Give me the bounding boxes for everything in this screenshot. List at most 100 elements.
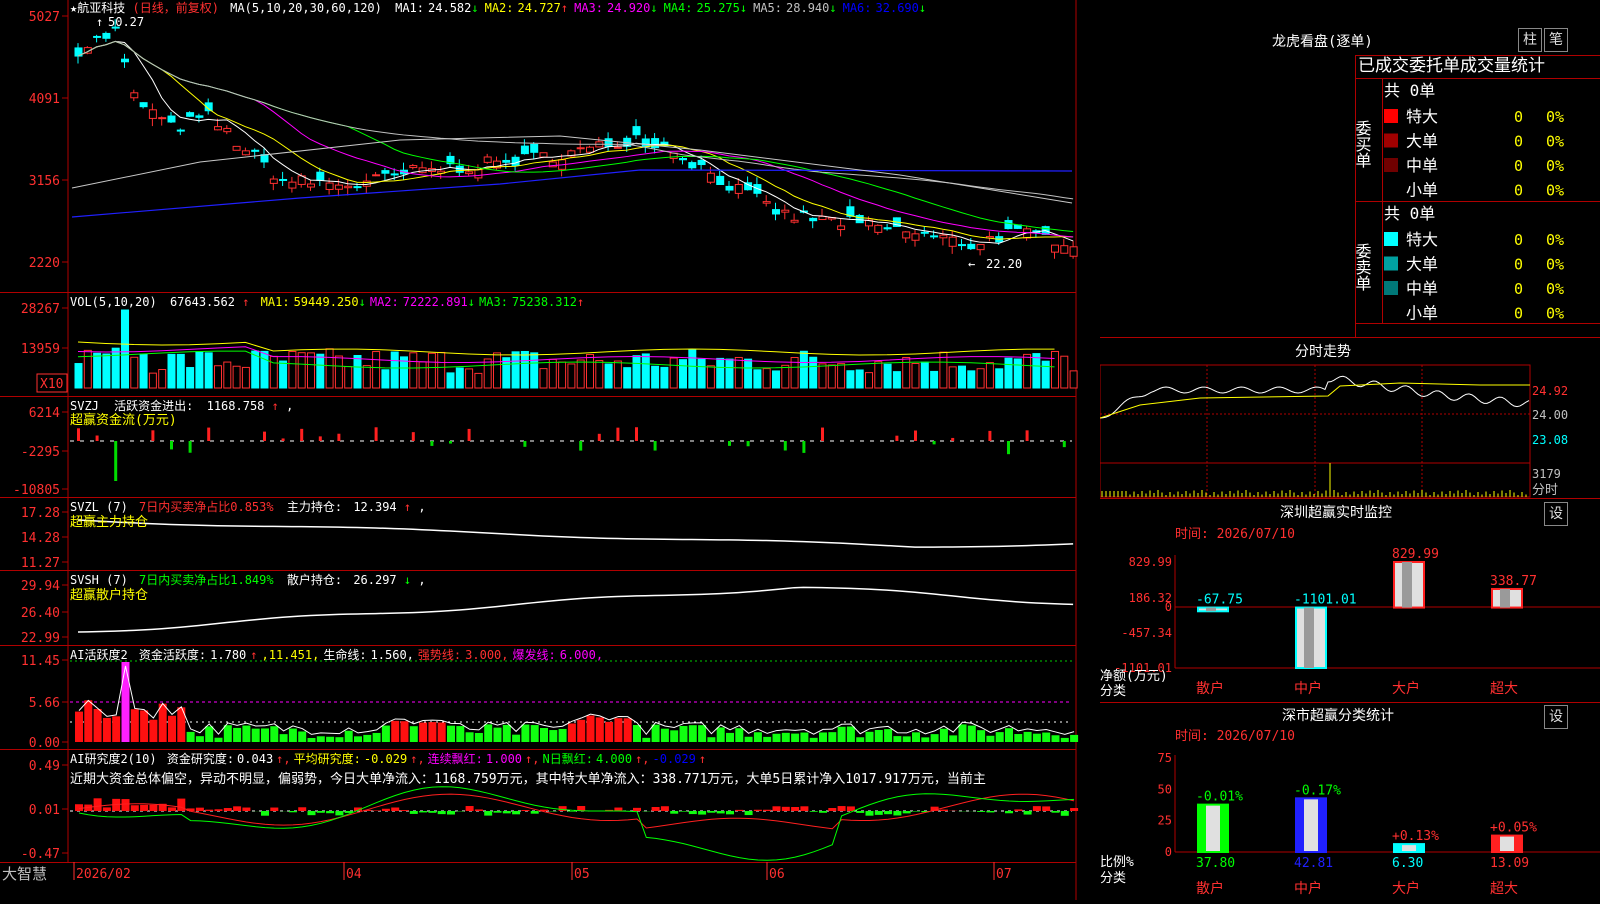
- ma-value: 24.582: [428, 1, 471, 15]
- svzj-bar: [282, 438, 285, 441]
- dragon-swatch: [1384, 134, 1398, 148]
- ma-label: MA2:: [485, 1, 514, 15]
- volume-bar: [670, 358, 677, 388]
- candle: [354, 187, 361, 188]
- ai2-bar: [800, 733, 808, 742]
- air-bar: [270, 808, 278, 811]
- ai2-bar: [466, 732, 474, 742]
- svzj-tick-3: -10805: [13, 483, 60, 498]
- air-bar: [410, 811, 418, 814]
- air-bar: [196, 808, 204, 811]
- bar-mode-button[interactable]: 柱: [1518, 28, 1542, 52]
- svzj-bar: [523, 441, 526, 447]
- air-bar: [763, 810, 771, 811]
- air-bar: [800, 806, 808, 811]
- volume-bar: [112, 348, 119, 388]
- chart-area[interactable]: 5027 4091 3156 2220 28267 13959 6214 -22…: [0, 0, 1100, 900]
- ai2-bar: [401, 721, 409, 742]
- ai2-bar: [75, 712, 83, 742]
- ai2-bar: [559, 729, 567, 742]
- candle: [289, 182, 296, 188]
- air-bar: [810, 811, 818, 812]
- class-settings-button[interactable]: 设: [1544, 705, 1568, 729]
- monitor-bar-shade: [1304, 608, 1314, 668]
- volume-bar: [122, 310, 129, 388]
- ai2-bar: [289, 729, 297, 742]
- air-bar: [391, 807, 399, 811]
- air-bar: [401, 810, 409, 811]
- ai2-bar: [280, 734, 288, 742]
- vol-tick-2: 13959: [21, 342, 60, 357]
- volume-bar: [577, 360, 584, 388]
- air-bar: [893, 811, 901, 815]
- monitor-category: 中户: [1294, 680, 1322, 697]
- class-bar-accent-left: [1198, 805, 1206, 852]
- air-bar: [819, 811, 827, 813]
- ma-value: 28.940: [786, 1, 829, 15]
- candle: [1061, 246, 1068, 254]
- ai2-bar: [670, 730, 678, 742]
- air-bar: [326, 811, 334, 813]
- class-bar-accent: [1514, 836, 1522, 852]
- monitor-settings-button[interactable]: 设: [1544, 502, 1568, 526]
- candle: [717, 176, 724, 184]
- price-tick-3: 3156: [29, 174, 60, 189]
- class-change-label: -0.17%: [1294, 783, 1341, 798]
- class-bar-accent: [1318, 798, 1326, 852]
- volume-bar: [782, 365, 789, 388]
- volume-bar: [921, 362, 928, 388]
- ai2-bar: [159, 704, 167, 742]
- ma-arrow: ↑: [561, 1, 568, 15]
- kline-chart[interactable]: 5027 4091 3156 2220 28267 13959 6214 -22…: [0, 0, 1100, 900]
- volume-bar: [996, 369, 1003, 388]
- volume-bar: [261, 351, 268, 388]
- header-item: 0.043: [237, 752, 273, 766]
- volume-bar: [233, 366, 240, 388]
- volume-bar: [335, 356, 342, 388]
- volume-bar: [531, 353, 538, 388]
- volume-bar: [317, 354, 324, 388]
- candle: [512, 157, 519, 165]
- svzj-bar: [96, 436, 99, 441]
- ai2-bar: [149, 720, 157, 742]
- air-bar: [512, 811, 520, 814]
- ai2-bar: [335, 737, 343, 742]
- svsh-tick-3: 22.99: [21, 631, 60, 646]
- ai2-bar: [893, 736, 901, 742]
- air-line-green: [79, 787, 1074, 861]
- volume-bar: [986, 363, 993, 388]
- ai2-bar: [391, 721, 399, 742]
- candle: [680, 159, 687, 160]
- ai2-bar: [828, 732, 836, 742]
- candle: [475, 170, 482, 178]
- ai2-bar: [996, 732, 1004, 742]
- volume-bar: [131, 357, 138, 388]
- ai2-bar: [326, 737, 334, 742]
- stroke-mode-button[interactable]: 笔: [1544, 28, 1568, 52]
- air-bar: [1005, 811, 1013, 813]
- side-panel-svg: 龙虎看盘(逐单) 已成交委托单成交量统计 委买单共 0单特大00%大单00%中单…: [1100, 0, 1600, 900]
- header-item: 生命线:: [323, 647, 366, 662]
- candle: [810, 218, 817, 220]
- ai2-bar: [763, 737, 771, 742]
- volume-bar: [977, 369, 984, 388]
- volume-bar: [1005, 358, 1012, 388]
- air-bar: [986, 811, 994, 812]
- volume-bar: [270, 356, 277, 388]
- ai2-bar: [122, 662, 130, 742]
- dragon-row-name: 中单: [1406, 156, 1438, 175]
- ai2-bar: [224, 725, 232, 742]
- air-bar: [559, 806, 567, 811]
- volume-bar: [205, 353, 212, 388]
- dragon-row-count: 0: [1514, 256, 1523, 274]
- volume-bar: [884, 364, 891, 388]
- volume-bar: [773, 371, 780, 388]
- ai2-bar: [717, 727, 725, 742]
- candle: [122, 59, 129, 62]
- air-bar: [884, 811, 892, 814]
- dragon-row-name: 特大: [1406, 230, 1438, 249]
- header-item: 1.780: [210, 648, 246, 662]
- volume-bar: [280, 361, 287, 388]
- ai2-bar: [382, 726, 390, 742]
- candle: [689, 163, 696, 168]
